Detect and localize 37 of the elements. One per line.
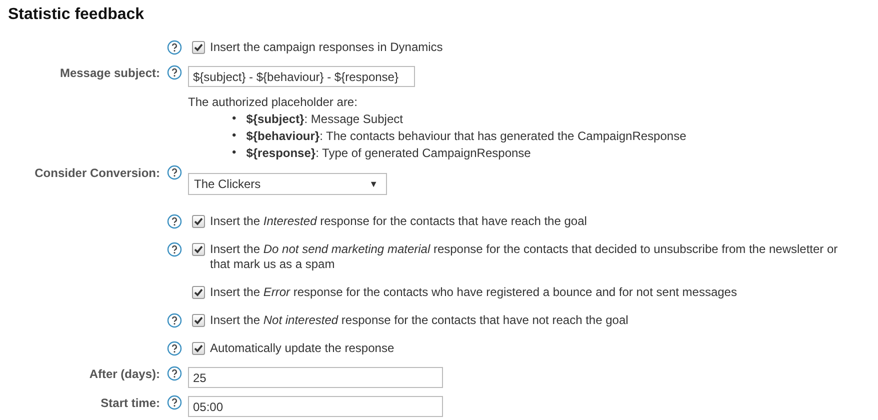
checkbox-label: Insert the Error response for the contacts who have registered a bounce and for not sent messages bbox=[210, 285, 737, 300]
checkbox[interactable] bbox=[192, 215, 205, 228]
checkbox[interactable] bbox=[192, 243, 205, 256]
help-icon[interactable] bbox=[166, 214, 182, 229]
field-label: Consider Conversion: bbox=[34, 166, 160, 180]
text-field[interactable]: 05:00 bbox=[188, 396, 443, 417]
section-title: Statistic feedback bbox=[8, 6, 146, 24]
checkbox-label: Insert the Not interested response for the contacts that have not reach the goal bbox=[210, 313, 628, 328]
placeholder-item: ${subject}: Message Subject bbox=[246, 111, 403, 128]
help-text: The authorized placeholder are: bbox=[188, 95, 358, 110]
bullet: • bbox=[232, 128, 236, 144]
field-label: Message subject: bbox=[60, 66, 160, 80]
bullet: • bbox=[232, 145, 236, 161]
help-icon[interactable] bbox=[166, 165, 182, 180]
help-icon[interactable] bbox=[166, 65, 182, 80]
help-icon[interactable] bbox=[166, 313, 182, 328]
checkbox-label: Insert the Do not send marketing material response for the contacts that decided to unsubscribe from the newsletter or that mark us as a spam bbox=[210, 242, 839, 272]
help-icon[interactable] bbox=[166, 341, 182, 356]
checkbox[interactable] bbox=[192, 41, 205, 54]
field-label: Start time: bbox=[100, 396, 160, 410]
placeholder-item: ${behaviour}: The contacts behaviour that has generated the CampaignResponse bbox=[246, 128, 686, 145]
field-label: After (days): bbox=[89, 367, 160, 381]
help-icon[interactable] bbox=[166, 395, 182, 410]
checkbox-label: Insert the campaign responses in Dynamics bbox=[210, 40, 443, 55]
checkbox[interactable] bbox=[192, 314, 205, 327]
placeholder-item: ${response}: Type of generated CampaignResponse bbox=[246, 145, 531, 162]
bullet: • bbox=[232, 111, 236, 127]
text-field[interactable]: ${subject} - ${behaviour} - ${response} bbox=[188, 66, 415, 87]
help-icon[interactable] bbox=[166, 366, 182, 381]
help-icon[interactable] bbox=[166, 40, 182, 55]
checkbox-label: Insert the Interested response for the contacts that have reach the goal bbox=[210, 214, 587, 229]
checkbox[interactable] bbox=[192, 286, 205, 299]
text-field[interactable]: 25 bbox=[188, 367, 443, 388]
conversion-dropdown[interactable]: The Clickers ▼ bbox=[188, 173, 387, 195]
help-icon[interactable] bbox=[166, 242, 182, 257]
checkbox-label: Automatically update the response bbox=[210, 341, 394, 356]
checkbox[interactable] bbox=[192, 342, 205, 355]
